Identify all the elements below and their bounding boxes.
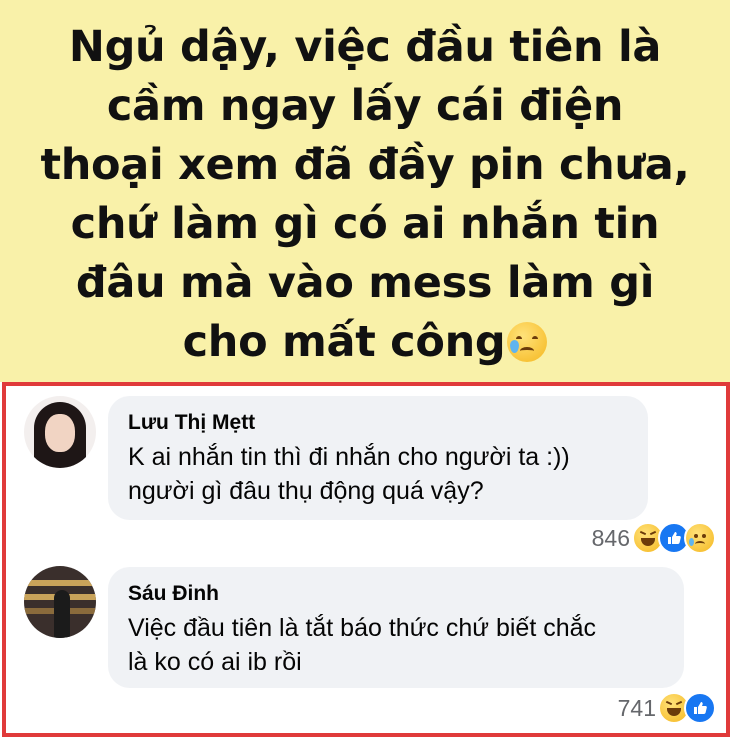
comment-text: K ai nhắn tin thì đi nhắn cho người ta :… [128,440,628,508]
reactions-summary[interactable]: 846 [592,521,716,555]
post-line: chứ làm gì có ai nhắn tin [70,199,660,249]
reaction-count: 846 [591,524,630,551]
post-line: thoại xem đã đầy pin chưa, [40,140,690,190]
comments-section: Lưu Thị Mẹtt K ai nhắn tin thì đi nhắn c… [2,382,730,737]
like-reaction-icon [684,692,716,724]
post-line: Ngủ dậy, việc đầu tiên là [68,22,662,72]
post-text: Ngủ dậy, việc đầu tiên là cầm ngay lấy c… [0,18,730,372]
comment-line: là ko có ai ib rồi [128,648,302,676]
comment-bubble: Sáu Đinh Việc đầu tiên là tắt báo thức c… [108,567,684,688]
reactions-summary[interactable]: 741 [618,691,716,725]
avatar[interactable] [24,566,96,638]
post-line: cho mất công [182,317,506,367]
comment-author[interactable]: Lưu Thị Mẹtt [128,410,628,436]
crying-face-emoji-icon [507,322,548,362]
comment-text: Việc đầu tiên là tắt báo thức chứ biết c… [128,611,664,679]
sad-reaction-icon [684,522,716,554]
comment-line: người gì đâu thụ động quá vậy? [128,477,484,505]
comment-author[interactable]: Sáu Đinh [128,581,664,607]
comment-line: Việc đầu tiên là tắt báo thức chứ biết c… [128,614,597,642]
avatar[interactable] [24,396,96,468]
post-line: cầm ngay lấy cái điện [106,81,624,131]
reaction-count: 741 [617,694,656,721]
comment-line: K ai nhắn tin thì đi nhắn cho người ta :… [128,443,570,471]
post-line: đâu mà vào mess làm gì [75,258,655,308]
post-card: Ngủ dậy, việc đầu tiên là cầm ngay lấy c… [0,0,730,382]
comment-bubble: Lưu Thị Mẹtt K ai nhắn tin thì đi nhắn c… [108,396,648,520]
